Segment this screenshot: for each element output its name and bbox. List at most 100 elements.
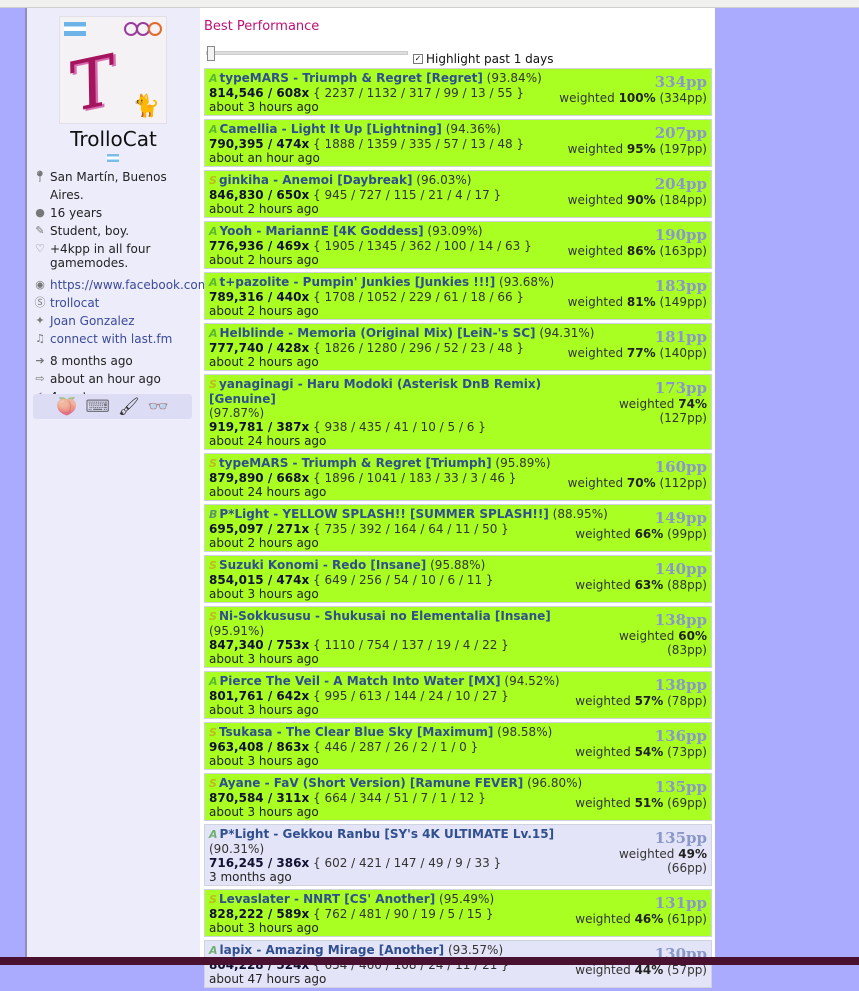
weight-percent: 54% — [634, 745, 664, 759]
accuracy: (95.49%) — [439, 892, 495, 906]
weight-percent: 86% — [626, 244, 656, 258]
highlight-checkbox[interactable]: ✓ — [413, 54, 423, 64]
grade-s-icon: S — [209, 174, 217, 187]
score-row: AtypeMARS - Triumph & Regret [Regret] (9… — [204, 68, 712, 116]
weighted-info: weighted 81% (149pp) — [567, 295, 707, 309]
skype-link[interactable]: Ⓢtrollocat — [33, 294, 203, 312]
beatmap-link[interactable]: Ni-Sokkususu - Shukusai no Elementalia [… — [219, 609, 551, 623]
twitter-icon: ✦ — [35, 314, 45, 327]
grade-s-icon: S — [209, 777, 217, 790]
score-combo: 919,781 / 387x — [209, 420, 310, 434]
slider-thumb[interactable] — [207, 46, 215, 61]
hit-counts: { 762 / 481 / 90 / 19 / 5 / 15 } — [313, 907, 494, 921]
twitter-link[interactable]: ✦ Joan Gonzalez — [33, 312, 203, 330]
hit-counts: { 2237 / 1132 / 317 / 99 / 13 / 55 } — [313, 86, 525, 100]
beatmap-link[interactable]: Helblinde - Memoria (Original Mix) [LeiN… — [220, 326, 536, 340]
website-link[interactable]: ◉ https://www.facebook.com — [33, 276, 209, 294]
hit-counts: { 1110 / 754 / 137 / 19 / 4 / 22 } — [313, 638, 509, 652]
score-combo: 695,097 / 271x — [209, 522, 310, 536]
score-combo: 776,936 / 469x — [209, 239, 310, 253]
location: 📍︎ San Martín, Buenos Aires. — [33, 170, 167, 202]
age: ● 16 years — [33, 204, 203, 222]
pp-value: 160pp — [654, 458, 707, 476]
glasses-trophy-icon[interactable]: 👓 — [148, 397, 169, 417]
beatmap-link[interactable]: Suzuki Konomi - Redo [Insane] — [219, 558, 426, 572]
pp-block: 138pp weighted 60% (83pp) — [557, 609, 707, 657]
pp-value: 149pp — [654, 509, 707, 527]
lastfm-link[interactable]: ♫ connect with last.fm — [33, 330, 203, 348]
weighted-info: weighted 66% (99pp) — [575, 527, 707, 541]
score-row: S Levaslater - NNRT [CS' Another] (95.49%… — [204, 889, 712, 937]
drawing-trophy-icon[interactable]: 🖌 — [118, 397, 140, 417]
beatmap-link[interactable]: t+pazolite - Pumpin' Junkies [Junkies !!… — [220, 275, 496, 289]
pp-block: 334pp weighted 100% (334pp) — [557, 71, 707, 105]
badge-icon — [148, 22, 162, 36]
keyboard-trophy-icon[interactable]: ⌨ — [85, 397, 110, 417]
days-slider[interactable] — [206, 46, 408, 61]
pp-value: 135pp — [654, 829, 707, 847]
beatmap-link[interactable]: Levaslater - NNRT [CS' Another] — [219, 892, 435, 906]
weighted-pp: (57pp) — [667, 963, 707, 977]
score-row: A Pierce The Veil - A Match Into Water [M… — [204, 671, 712, 719]
weight-percent: 95% — [626, 142, 656, 156]
weighted-info: weighted 77% (140pp) — [567, 346, 707, 360]
weight-percent: 77% — [626, 346, 656, 360]
beatmap-link[interactable]: P*Light - Gekkou Ranbu [SY's 4K ULTIMATE… — [220, 827, 555, 841]
beatmap-link[interactable]: yanaginagi - Haru Modoki (Asterisk DnB R… — [209, 377, 541, 406]
pp-block: 136pp weighted 54% (73pp) — [557, 725, 707, 759]
pp-value: 204pp — [654, 175, 707, 193]
grade-a-icon: A — [209, 828, 218, 841]
score-row: A Camellia - Light It Up [Lightning] (94.… — [204, 119, 712, 167]
pp-block: 173pp weighted 74% (127pp) — [557, 377, 707, 425]
pp-value: 181pp — [654, 328, 707, 346]
beatmap-link[interactable]: P*Light - YELLOW SPLASH!! [SUMMER SPLASH… — [219, 507, 548, 521]
grade-a-icon: A — [209, 72, 218, 85]
pp-value: 207pp — [654, 124, 707, 142]
sign-out-icon: ⇨ — [35, 372, 45, 385]
score-combo: 870,584 / 311x — [209, 791, 310, 805]
pp-value: 140pp — [654, 560, 707, 578]
hit-counts: { 1896 / 1041 / 183 / 33 / 3 / 46 } — [313, 471, 517, 485]
beatmap-link[interactable]: Tsukasa - The Clear Blue Sky [Maximum] — [219, 725, 493, 739]
score-combo: 854,015 / 474x — [209, 573, 310, 587]
score-row: A Yooh - MariannE [4K Goddess] (93.09%) 77… — [204, 221, 712, 269]
beatmap-link[interactable]: typeMARS - Triumph & Regret [Triumph] — [219, 456, 492, 470]
beatmap-link[interactable]: Yooh - MariannE [4K Goddess] — [220, 224, 424, 238]
weighted-pp: (334pp) — [659, 91, 707, 105]
grade-s-icon: S — [209, 378, 217, 391]
grade-a-icon: A — [209, 123, 218, 136]
weighted-info: weighted 70% (112pp) — [567, 476, 707, 490]
beatmap-link[interactable]: Ayane - FaV (Short Version) [Ramune FEVE… — [219, 776, 523, 790]
accuracy: (90.31%) — [209, 842, 265, 856]
weighted-pp: (197pp) — [659, 142, 707, 156]
beatmap-link[interactable]: Pierce The Veil - A Match Into Water [MX… — [220, 674, 501, 688]
hit-counts: { 602 / 421 / 147 / 49 / 9 / 33 } — [313, 856, 502, 870]
pp-block: 190pp weighted 86% (163pp) — [557, 224, 707, 258]
accuracy: (93.68%) — [499, 275, 555, 289]
weight-percent: 60% — [678, 629, 707, 643]
beatmap-link[interactable]: lapix - Amazing Mirage [Another] — [220, 943, 445, 957]
score-row: B P*Light - YELLOW SPLASH!! [SUMMER SPLAS… — [204, 504, 712, 552]
accuracy: (98.58%) — [497, 725, 553, 739]
hit-counts: { 664 / 344 / 51 / 7 / 1 / 12 } — [313, 791, 486, 805]
weighted-info: weighted 74% (127pp) — [618, 397, 707, 425]
beatmap-link[interactable]: ginkiha - Anemoi [Daybreak] — [219, 173, 413, 187]
highlight-toggle[interactable]: ✓ Highlight past 1 days — [413, 52, 554, 66]
grade-a-icon: A — [209, 225, 218, 238]
time-ago: about 24 hours ago — [209, 434, 327, 448]
beatmap-link[interactable]: Camellia - Light It Up [Lightning] — [220, 122, 442, 136]
hit-counts: { 1826 / 1280 / 296 / 52 / 23 / 48 } — [313, 341, 525, 355]
score-row: S Tsukasa - The Clear Blue Sky [Maximum] … — [204, 722, 712, 770]
highlight-label: Highlight past 1 days — [426, 52, 554, 66]
hit-counts: { 938 / 435 / 41 / 10 / 5 / 6 } — [313, 420, 486, 434]
browser-top-bar — [0, 0, 859, 8]
beatmap-link[interactable]: typeMARS - Triumph & Regret [Regret] — [220, 71, 483, 85]
weighted-pp: (184pp) — [659, 193, 707, 207]
weight-percent: 74% — [678, 397, 707, 411]
accuracy: (97.87%) — [209, 406, 265, 420]
grade-a-icon: A — [209, 944, 218, 957]
apple-trophy-icon[interactable]: 🍑 — [56, 397, 77, 417]
slider-track[interactable] — [206, 51, 408, 55]
map-pin-icon: 📍︎ — [33, 170, 47, 183]
accuracy: (95.88%) — [430, 558, 486, 572]
